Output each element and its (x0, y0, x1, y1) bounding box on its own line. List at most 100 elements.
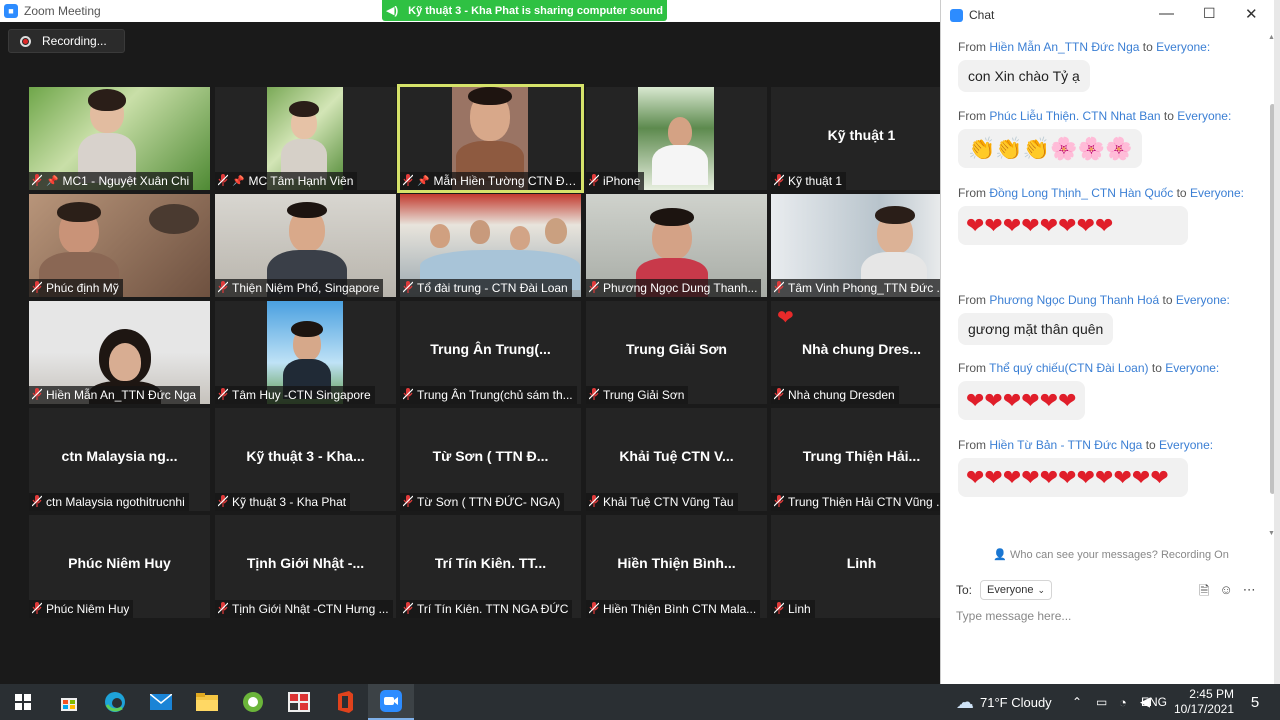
participant-name-tag: Hiền Thiện Bình CTN Mala... (586, 600, 761, 618)
language-indicator[interactable]: ENG (1141, 684, 1167, 720)
participant-tile[interactable]: Tịnh Giới Nhật -... Tịnh Giới Nhật -CTN H… (215, 515, 396, 618)
office-icon[interactable] (322, 684, 368, 720)
message-recipient[interactable]: Everyone: (1159, 438, 1213, 452)
muted-mic-icon (773, 494, 785, 510)
file-icon[interactable]: 🗎 (1199, 582, 1209, 604)
participant-display-name: Trí Tín Kiên. TT... (434, 555, 547, 571)
participant-name-tag: ctn Malaysia ngothitrucnhi (29, 493, 189, 511)
participant-name: ctn Malaysia ngothitrucnhi (46, 495, 185, 509)
mail-icon[interactable] (138, 684, 184, 720)
pin-icon: 📌 (46, 175, 59, 187)
zoom-app-icon: ■ (4, 4, 18, 18)
participant-name: Trí Tín Kiên. TTN NGA ĐỨC (417, 602, 569, 616)
message-sender[interactable]: Hiền Từ Bản - TTN Đức Nga (989, 438, 1142, 452)
recipient-dropdown[interactable]: Everyone ⌄ (980, 580, 1053, 600)
clock-date: 10/17/2021 (1173, 702, 1234, 716)
participant-tile[interactable]: ctn Malaysia ng... ctn Malaysia ngothitru… (29, 408, 210, 511)
muted-mic-icon (588, 387, 600, 403)
message-sender[interactable]: Phúc Liễu Thiện. CTN Nhat Ban (989, 109, 1160, 123)
participant-tile[interactable]: iPhone (586, 87, 767, 190)
wifi-icon[interactable]: ◔ (1119, 684, 1127, 720)
recording-indicator[interactable]: Recording... (8, 29, 125, 53)
participant-tile[interactable]: Tâm Vinh Phong_TTN Đức ... (771, 194, 952, 297)
participant-tile[interactable]: Phúc Niêm Huy Phúc Niêm Huy (29, 515, 210, 618)
tray-chevron-icon[interactable]: ⌃ (1072, 684, 1082, 720)
chat-messages: From Hiền Mẫn An_TTN Đức Nga to Everyone… (941, 30, 1269, 544)
message-sender[interactable]: Hiền Mẫn An_TTN Đức Nga (989, 40, 1139, 54)
participant-tile[interactable]: Hiền Mẫn An_TTN Đức Nga (29, 301, 210, 404)
muted-mic-icon (402, 280, 414, 296)
app-grid-icon[interactable] (276, 684, 322, 720)
message-header: From Hiền Từ Bản - TTN Đức Nga to Everyo… (958, 438, 1214, 452)
participant-tile[interactable]: Kỹ thuật 3 - Kha... Kỹ thuật 3 - Kha Phat (215, 408, 396, 511)
participant-name-tag: 📌 MC1 - Nguyệt Xuân Chi (29, 172, 194, 190)
muted-mic-icon (217, 173, 229, 189)
participant-tile[interactable]: Tổ đài trung - CTN Đài Loan (400, 194, 581, 297)
participant-name-tag: Kỹ thuật 1 (771, 172, 847, 190)
participant-display-name: Hiền Thiện Bình... (617, 555, 736, 571)
battery-icon[interactable]: ▭ (1096, 684, 1107, 720)
chat-title: Chat (969, 8, 995, 22)
participant-tile[interactable]: Phương Ngọc Dung Thanh... (586, 194, 767, 297)
participant-tile[interactable]: 📌 Mẫn Hiền Tường CTN Đài ... (397, 84, 584, 193)
participant-tile[interactable]: Trung Ân Trung(... Trung Ân Trung(chủ sám… (400, 301, 581, 404)
edge-browser-icon[interactable] (92, 684, 138, 720)
message-recipient[interactable]: Everyone: (1165, 361, 1219, 375)
message-recipient[interactable]: Everyone: (1177, 109, 1231, 123)
sharing-sound-banner[interactable]: ◀) Kỹ thuật 3 - Kha Phat is sharing comp… (382, 0, 667, 21)
message-header: From Thể quý chiếu(CTN Đài Loan) to Ever… (958, 361, 1220, 375)
maximize-icon[interactable]: ☐ (1203, 5, 1216, 22)
muted-mic-icon (773, 173, 785, 189)
message-sender[interactable]: Phương Ngọc Dung Thanh Hoá (989, 293, 1159, 307)
participant-tile[interactable]: Trung Thiện Hải... Trung Thiện Hải CTN Vũ… (771, 408, 952, 511)
participant-tile[interactable]: Thiện Niệm Phổ, Singapore (215, 194, 396, 297)
chat-message: From Phương Ngọc Dung Thanh Hoá to Every… (958, 293, 1230, 345)
participant-name: Hiền Mẫn An_TTN Đức Nga (46, 388, 197, 402)
notification-count: 5 (1250, 693, 1260, 711)
participant-tile[interactable]: Nhà chung Dres... ❤ Nhà chung Dresden (771, 301, 952, 404)
emoji-icon[interactable]: ☺ (1219, 582, 1232, 604)
store-icon[interactable] (46, 684, 92, 720)
message-sender[interactable]: Đồng Long Thịnh_ CTN Hàn Quốc (989, 186, 1173, 200)
participant-name-tag: iPhone (586, 172, 645, 190)
participant-tile[interactable]: Linh Linh (771, 515, 952, 618)
participant-tile[interactable]: 📌 MC Tâm Hạnh Viên (215, 87, 396, 190)
greenshot-icon[interactable] (230, 684, 276, 720)
minimize-icon[interactable]: — (1159, 5, 1174, 22)
privacy-note[interactable]: 👤 Who can see your messages? Recording O… (941, 548, 1280, 566)
participant-tile[interactable]: Khải Tuệ CTN V... Khải Tuệ CTN Vũng Tàu (586, 408, 767, 511)
participant-tile[interactable]: Phúc định Mỹ (29, 194, 210, 297)
message-recipient[interactable]: Everyone: (1176, 293, 1230, 307)
close-icon[interactable]: ✕ (1245, 5, 1258, 23)
clock-time: 2:45 PM (1189, 687, 1234, 701)
cloud-icon: ☁ (956, 691, 974, 712)
windows-start-icon[interactable] (0, 684, 46, 720)
message-sender[interactable]: Thể quý chiếu(CTN Đài Loan) (989, 361, 1148, 375)
participant-tile[interactable]: Tâm Huy -CTN Singapore (215, 301, 396, 404)
participant-tile[interactable]: Trí Tín Kiên. TT... Trí Tín Kiên. TTN NGA… (400, 515, 581, 618)
zoom-taskbar-icon[interactable] (368, 684, 414, 720)
message-recipient[interactable]: Everyone: (1190, 186, 1244, 200)
clock[interactable]: 2:45 PM 10/17/2021 (1172, 684, 1234, 720)
participant-name: Trung Thiện Hải CTN Vũng ... (788, 495, 947, 509)
chat-input[interactable] (956, 607, 1266, 625)
file-explorer-icon[interactable] (184, 684, 230, 720)
message-header: From Hiền Mẫn An_TTN Đức Nga to Everyone… (958, 40, 1211, 54)
participant-display-name: Trung Thiện Hải... (802, 448, 921, 464)
participant-name: Tâm Vinh Phong_TTN Đức ... (788, 281, 947, 295)
participant-name: Từ Sơn ( TTN ĐỨC- NGA) (417, 495, 561, 509)
participant-tile[interactable]: Trung Giải Sơn Trung Giải Sơn (586, 301, 767, 404)
weather-widget[interactable]: ☁ 71°F Cloudy (956, 684, 1052, 720)
more-icon[interactable]: ⋯ (1243, 582, 1256, 604)
chat-panel: Chat — ☐ ✕ From Hiền Mẫn An_TTN Đức Nga … (940, 0, 1280, 684)
participant-tile[interactable]: Hiền Thiện Bình... Hiền Thiện Bình CTN Ma… (586, 515, 767, 618)
privacy-note-text: Who can see your messages? Recording On (1009, 549, 1229, 561)
participant-tile[interactable]: Từ Sơn ( TTN Đ... Từ Sơn ( TTN ĐỨC- NGA) (400, 408, 581, 511)
message-recipient[interactable]: Everyone: (1156, 40, 1210, 54)
participant-tile[interactable]: Kỹ thuật 1 Kỹ thuật 1 (771, 87, 952, 190)
participant-name-tag: Linh (771, 600, 815, 618)
participant-name: MC Tâm Hạnh Viên (248, 174, 354, 188)
participant-name: Phúc Niêm Huy (46, 602, 130, 616)
participant-tile[interactable]: 📌 MC1 - Nguyệt Xuân Chi (29, 87, 210, 190)
notifications-icon[interactable]: 5 (1240, 684, 1270, 720)
